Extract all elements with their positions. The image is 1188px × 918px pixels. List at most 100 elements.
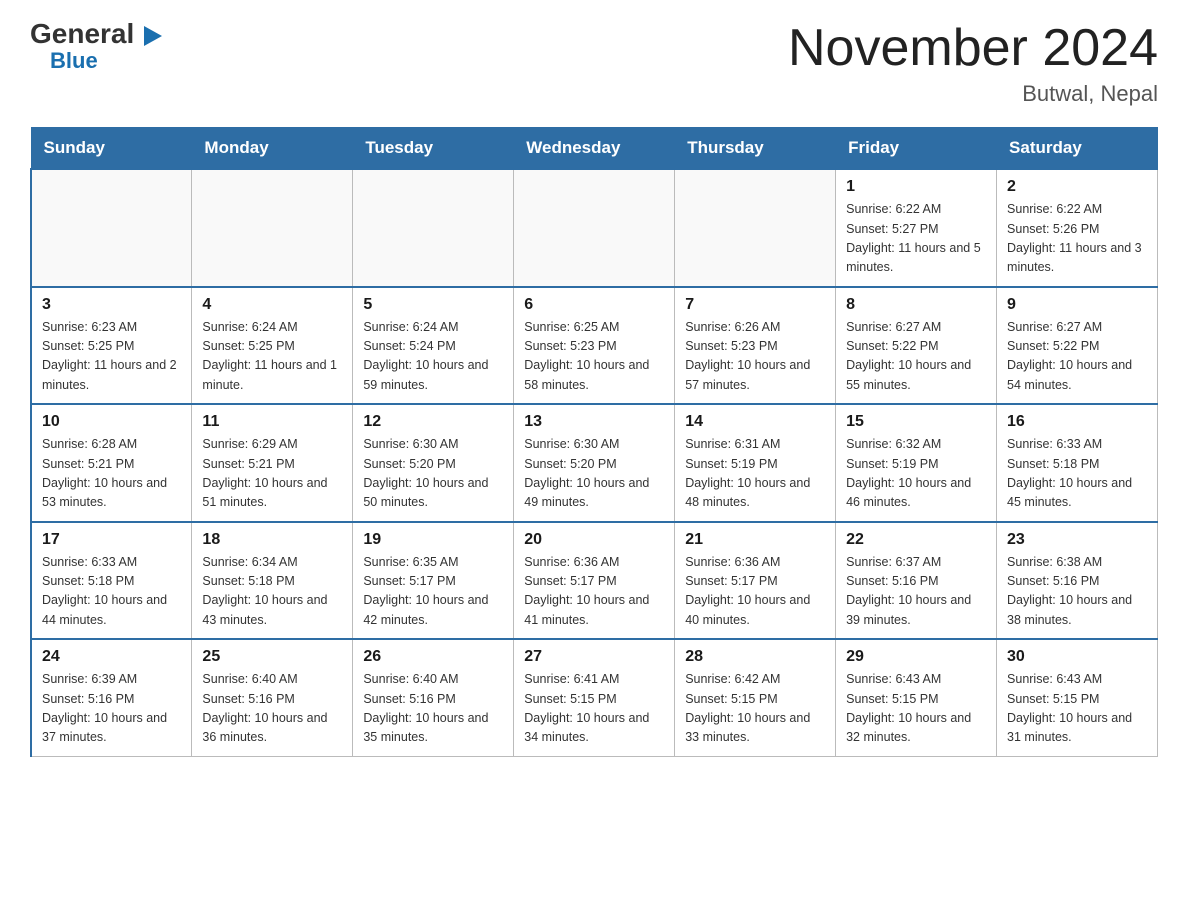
day-number: 20 [524, 531, 664, 549]
sun-info: Sunrise: 6:22 AMSunset: 5:27 PMDaylight:… [846, 200, 986, 278]
sun-info: Sunrise: 6:40 AMSunset: 5:16 PMDaylight:… [363, 670, 503, 748]
calendar-header: SundayMondayTuesdayWednesdayThursdayFrid… [31, 128, 1158, 170]
day-number: 4 [202, 296, 342, 314]
sun-info: Sunrise: 6:35 AMSunset: 5:17 PMDaylight:… [363, 553, 503, 631]
header-day-friday: Friday [836, 128, 997, 170]
calendar-cell: 28 Sunrise: 6:42 AMSunset: 5:15 PMDayligh… [675, 639, 836, 756]
calendar-cell [192, 169, 353, 287]
calendar-cell: 12 Sunrise: 6:30 AMSunset: 5:20 PMDayligh… [353, 404, 514, 522]
day-number: 13 [524, 413, 664, 431]
calendar-cell: 13 Sunrise: 6:30 AMSunset: 5:20 PMDayligh… [514, 404, 675, 522]
sun-info: Sunrise: 6:36 AMSunset: 5:17 PMDaylight:… [685, 553, 825, 631]
sun-info: Sunrise: 6:37 AMSunset: 5:16 PMDaylight:… [846, 553, 986, 631]
calendar-cell: 16 Sunrise: 6:33 AMSunset: 5:18 PMDayligh… [997, 404, 1158, 522]
calendar-cell: 30Sunrise: 6:43 AMSunset: 5:15 PMDayligh… [997, 639, 1158, 756]
header-day-sunday: Sunday [31, 128, 192, 170]
sun-info: Sunrise: 6:22 AMSunset: 5:26 PMDaylight:… [1007, 200, 1147, 278]
sun-info: Sunrise: 6:40 AMSunset: 5:16 PMDaylight:… [202, 670, 342, 748]
day-number: 28 [685, 648, 825, 666]
day-number: 30 [1007, 648, 1147, 666]
week-row-5: 24 Sunrise: 6:39 AMSunset: 5:16 PMDayligh… [31, 639, 1158, 756]
day-number: 17 [42, 531, 181, 549]
sun-info: Sunrise: 6:42 AMSunset: 5:15 PMDaylight:… [685, 670, 825, 748]
day-number: 18 [202, 531, 342, 549]
sun-info: Sunrise: 6:41 AMSunset: 5:15 PMDaylight:… [524, 670, 664, 748]
day-number: 25 [202, 648, 342, 666]
sun-info: Sunrise: 6:36 AMSunset: 5:17 PMDaylight:… [524, 553, 664, 631]
calendar-cell: 23 Sunrise: 6:38 AMSunset: 5:16 PMDayligh… [997, 522, 1158, 640]
day-number: 24 [42, 648, 181, 666]
day-number: 12 [363, 413, 503, 431]
sun-info: Sunrise: 6:27 AMSunset: 5:22 PMDaylight:… [1007, 318, 1147, 396]
day-number: 22 [846, 531, 986, 549]
header-day-monday: Monday [192, 128, 353, 170]
title-block: November 2024 Butwal, Nepal [788, 20, 1158, 107]
day-number: 29 [846, 648, 986, 666]
sun-info: Sunrise: 6:33 AMSunset: 5:18 PMDaylight:… [1007, 435, 1147, 513]
day-number: 14 [685, 413, 825, 431]
calendar-cell: 7 Sunrise: 6:26 AMSunset: 5:23 PMDaylight… [675, 287, 836, 405]
week-row-2: 3 Sunrise: 6:23 AMSunset: 5:25 PMDaylight… [31, 287, 1158, 405]
sun-info: Sunrise: 6:31 AMSunset: 5:19 PMDaylight:… [685, 435, 825, 513]
calendar-cell: 14 Sunrise: 6:31 AMSunset: 5:19 PMDayligh… [675, 404, 836, 522]
header-day-saturday: Saturday [997, 128, 1158, 170]
day-number: 5 [363, 296, 503, 314]
calendar-cell: 20 Sunrise: 6:36 AMSunset: 5:17 PMDayligh… [514, 522, 675, 640]
calendar-cell: 18 Sunrise: 6:34 AMSunset: 5:18 PMDayligh… [192, 522, 353, 640]
calendar-cell: 6 Sunrise: 6:25 AMSunset: 5:23 PMDaylight… [514, 287, 675, 405]
calendar-cell: 2 Sunrise: 6:22 AMSunset: 5:26 PMDaylight… [997, 169, 1158, 287]
header-day-tuesday: Tuesday [353, 128, 514, 170]
day-number: 16 [1007, 413, 1147, 431]
sun-info: Sunrise: 6:25 AMSunset: 5:23 PMDaylight:… [524, 318, 664, 396]
calendar-cell: 21 Sunrise: 6:36 AMSunset: 5:17 PMDayligh… [675, 522, 836, 640]
calendar-cell: 3 Sunrise: 6:23 AMSunset: 5:25 PMDaylight… [31, 287, 192, 405]
calendar-cell: 27 Sunrise: 6:41 AMSunset: 5:15 PMDayligh… [514, 639, 675, 756]
sun-info: Sunrise: 6:24 AMSunset: 5:25 PMDaylight:… [202, 318, 342, 396]
header-day-thursday: Thursday [675, 128, 836, 170]
sun-info: Sunrise: 6:32 AMSunset: 5:19 PMDaylight:… [846, 435, 986, 513]
day-number: 10 [42, 413, 181, 431]
calendar-cell: 19 Sunrise: 6:35 AMSunset: 5:17 PMDayligh… [353, 522, 514, 640]
header-day-wednesday: Wednesday [514, 128, 675, 170]
calendar-cell: 26 Sunrise: 6:40 AMSunset: 5:16 PMDayligh… [353, 639, 514, 756]
day-number: 23 [1007, 531, 1147, 549]
calendar-cell [353, 169, 514, 287]
calendar-cell: 10 Sunrise: 6:28 AMSunset: 5:21 PMDayligh… [31, 404, 192, 522]
sun-info: Sunrise: 6:38 AMSunset: 5:16 PMDaylight:… [1007, 553, 1147, 631]
calendar-cell: 25 Sunrise: 6:40 AMSunset: 5:16 PMDayligh… [192, 639, 353, 756]
week-row-3: 10 Sunrise: 6:28 AMSunset: 5:21 PMDayligh… [31, 404, 1158, 522]
calendar-cell: 11Sunrise: 6:29 AMSunset: 5:21 PMDayligh… [192, 404, 353, 522]
calendar-cell: 1Sunrise: 6:22 AMSunset: 5:27 PMDaylight… [836, 169, 997, 287]
calendar-cell [31, 169, 192, 287]
calendar-cell: 5Sunrise: 6:24 AMSunset: 5:24 PMDaylight… [353, 287, 514, 405]
day-number: 11 [202, 413, 342, 431]
day-number: 15 [846, 413, 986, 431]
sun-info: Sunrise: 6:26 AMSunset: 5:23 PMDaylight:… [685, 318, 825, 396]
day-number: 3 [42, 296, 181, 314]
sun-info: Sunrise: 6:34 AMSunset: 5:18 PMDaylight:… [202, 553, 342, 631]
day-number: 27 [524, 648, 664, 666]
calendar-cell: 9Sunrise: 6:27 AMSunset: 5:22 PMDaylight… [997, 287, 1158, 405]
day-number: 2 [1007, 178, 1147, 196]
calendar-cell [514, 169, 675, 287]
day-number: 19 [363, 531, 503, 549]
location-title: Butwal, Nepal [788, 81, 1158, 107]
sun-info: Sunrise: 6:30 AMSunset: 5:20 PMDaylight:… [524, 435, 664, 513]
day-number: 26 [363, 648, 503, 666]
calendar-cell: 17 Sunrise: 6:33 AMSunset: 5:18 PMDayligh… [31, 522, 192, 640]
calendar-cell: 4 Sunrise: 6:24 AMSunset: 5:25 PMDaylight… [192, 287, 353, 405]
day-number: 21 [685, 531, 825, 549]
week-row-4: 17 Sunrise: 6:33 AMSunset: 5:18 PMDayligh… [31, 522, 1158, 640]
sun-info: Sunrise: 6:30 AMSunset: 5:20 PMDaylight:… [363, 435, 503, 513]
sun-info: Sunrise: 6:33 AMSunset: 5:18 PMDaylight:… [42, 553, 181, 631]
calendar-cell: 8Sunrise: 6:27 AMSunset: 5:22 PMDaylight… [836, 287, 997, 405]
calendar-cell: 22 Sunrise: 6:37 AMSunset: 5:16 PMDayligh… [836, 522, 997, 640]
calendar-cell: 15 Sunrise: 6:32 AMSunset: 5:19 PMDayligh… [836, 404, 997, 522]
sun-info: Sunrise: 6:43 AMSunset: 5:15 PMDaylight:… [846, 670, 986, 748]
sun-info: Sunrise: 6:39 AMSunset: 5:16 PMDaylight:… [42, 670, 181, 748]
calendar-body: 1Sunrise: 6:22 AMSunset: 5:27 PMDaylight… [31, 169, 1158, 756]
sun-info: Sunrise: 6:28 AMSunset: 5:21 PMDaylight:… [42, 435, 181, 513]
sun-info: Sunrise: 6:23 AMSunset: 5:25 PMDaylight:… [42, 318, 181, 396]
day-number: 6 [524, 296, 664, 314]
day-number: 7 [685, 296, 825, 314]
